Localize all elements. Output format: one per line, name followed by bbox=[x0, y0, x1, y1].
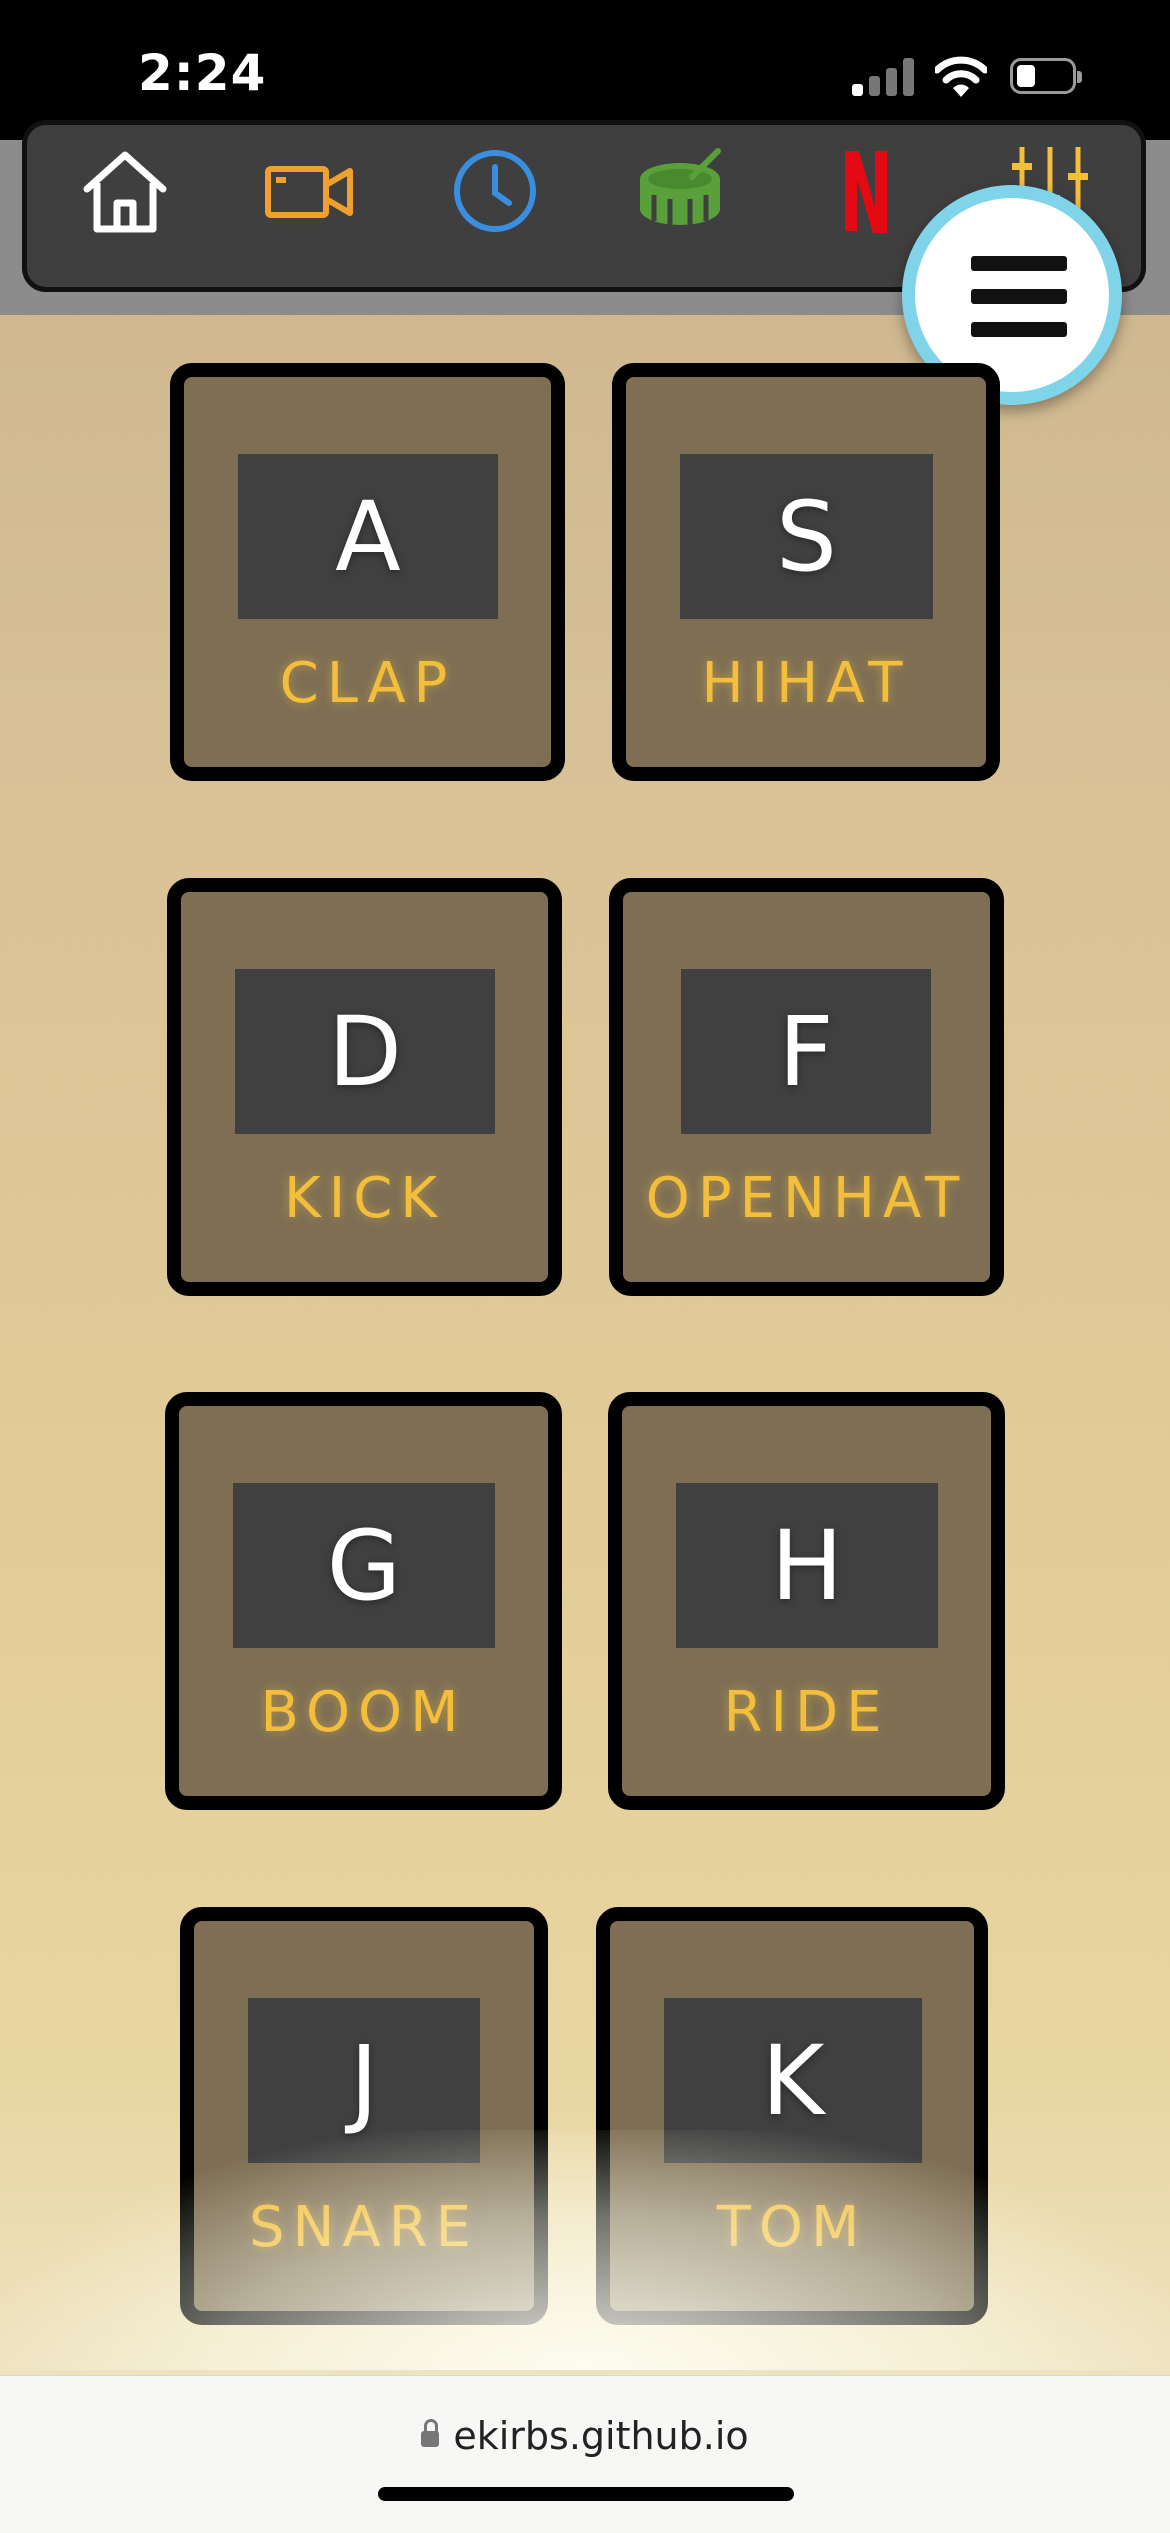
drum-key-kick[interactable]: D KICK bbox=[167, 878, 562, 1296]
status-time: 2:24 bbox=[138, 44, 267, 102]
key-sound-label: BOOM bbox=[260, 1680, 467, 1745]
url-display[interactable]: ekirbs.github.io bbox=[0, 2414, 1170, 2458]
drum-key-clap[interactable]: A CLAP bbox=[170, 363, 565, 781]
browser-address-bar[interactable]: ekirbs.github.io bbox=[0, 2375, 1170, 2533]
background-glow bbox=[0, 2130, 1170, 2370]
drum-key-openhat[interactable]: F OPENHAT bbox=[609, 878, 1004, 1296]
key-sound-label: TOM bbox=[716, 2195, 868, 2260]
key-sound-label: HIHAT bbox=[701, 651, 911, 716]
drum-key-hihat[interactable]: S HIHAT bbox=[612, 363, 1000, 781]
key-sound-label: OPENHAT bbox=[645, 1166, 968, 1231]
key-letter: J bbox=[248, 1998, 480, 2163]
key-letter: H bbox=[676, 1483, 938, 1648]
key-sound-label: CLAP bbox=[279, 651, 456, 716]
netflix-icon[interactable] bbox=[817, 143, 913, 239]
drum-key-snare[interactable]: J SNARE bbox=[180, 1907, 548, 2325]
clock-icon[interactable] bbox=[447, 143, 543, 239]
cellular-signal-icon bbox=[852, 58, 916, 96]
key-letter: F bbox=[681, 969, 931, 1134]
key-sound-label: SNARE bbox=[248, 2195, 480, 2260]
key-letter: S bbox=[680, 454, 933, 619]
battery-icon bbox=[1010, 58, 1082, 94]
key-letter: D bbox=[235, 969, 495, 1134]
lock-icon bbox=[421, 2419, 440, 2447]
status-bar: 2:24 bbox=[0, 0, 1170, 140]
key-letter: A bbox=[238, 454, 498, 619]
key-letter: G bbox=[233, 1483, 495, 1648]
wifi-icon bbox=[933, 56, 989, 98]
key-sound-label: RIDE bbox=[723, 1680, 890, 1745]
key-letter: K bbox=[664, 1998, 922, 2163]
drum-key-ride[interactable]: H RIDE bbox=[608, 1392, 1005, 1810]
drum-key-boom[interactable]: G BOOM bbox=[165, 1392, 562, 1810]
url-text: ekirbs.github.io bbox=[453, 2414, 749, 2458]
home-icon[interactable] bbox=[77, 143, 173, 239]
home-indicator[interactable] bbox=[378, 2487, 794, 2501]
key-sound-label: KICK bbox=[283, 1166, 446, 1231]
video-camera-icon[interactable] bbox=[262, 143, 358, 239]
drum-icon[interactable] bbox=[632, 143, 728, 239]
drum-key-tom[interactable]: K TOM bbox=[596, 1907, 988, 2325]
